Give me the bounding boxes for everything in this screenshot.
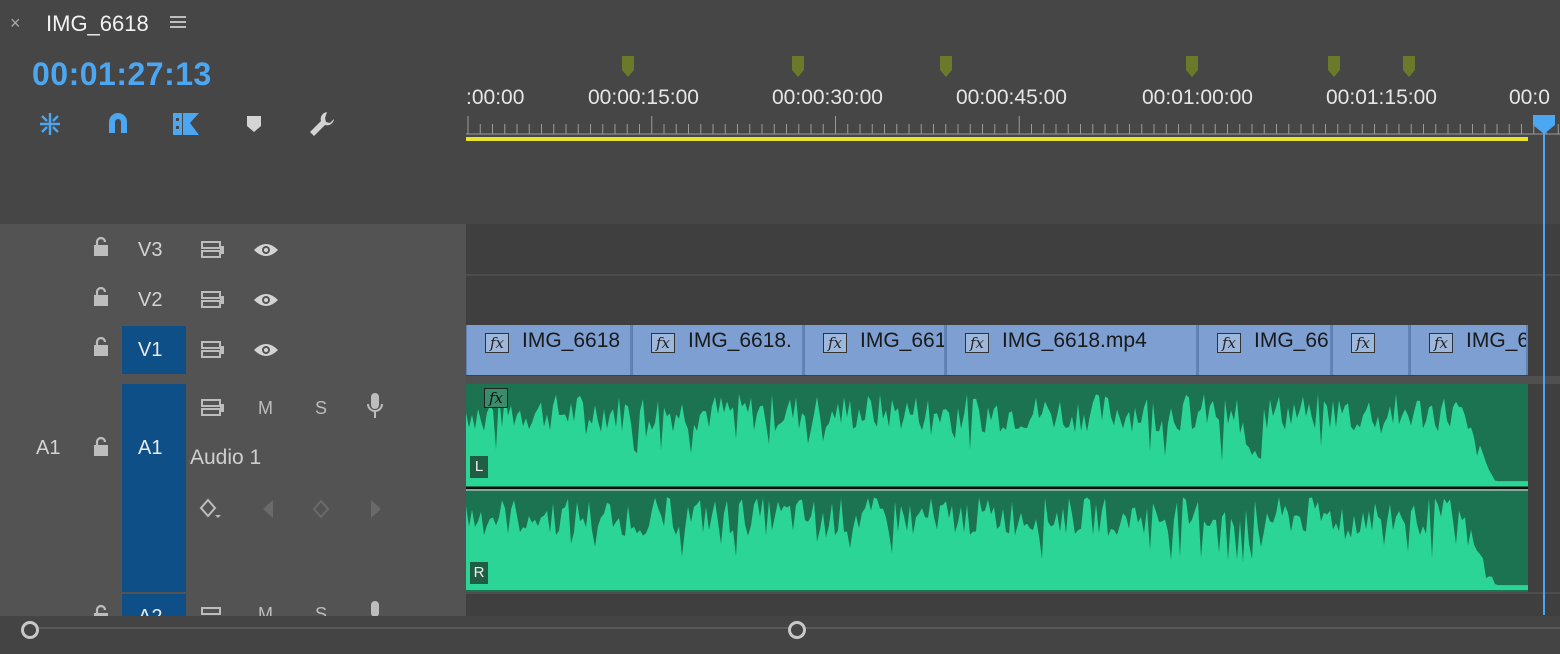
sequence-marker[interactable] [792,56,804,78]
voice-over-mic-icon[interactable] [360,393,390,418]
fx-badge[interactable]: fx [484,388,508,408]
panel-menu-icon[interactable] [170,13,188,31]
video-clip[interactable]: fx [1332,325,1410,375]
sequence-marker[interactable] [622,56,634,78]
clip-name: IMG_6618 [522,329,621,352]
zoom-handle-right[interactable] [788,621,806,639]
audio-clip[interactable]: fx L R [466,384,1528,592]
voice-over-mic-icon[interactable] [360,601,390,616]
ruler-label: 00:00:15:00 [588,86,699,109]
ruler-label: 00:00:30:00 [772,86,883,109]
clip-name: IMG_6618. [688,329,792,352]
track-name-v3[interactable]: V3 [138,239,162,262]
track-lock-icon[interactable] [92,604,112,616]
next-keyframe-icon[interactable] [361,497,391,521]
fx-badge[interactable]: fx [1217,333,1241,353]
audio-waveform [466,393,1528,590]
previous-keyframe-icon[interactable] [253,497,283,521]
source-patch-a1[interactable]: A1 [36,437,60,460]
track-name-a2: A2 [138,606,162,616]
clip-name: IMG_6618.mp4 [1002,329,1147,352]
lane-divider [466,274,1560,276]
ruler-label: 00:01:15:00 [1326,86,1437,109]
track-target-a1[interactable]: A1 [122,384,186,592]
track-header-v3: V3 [0,226,466,274]
video-clip[interactable]: fx IMG_661 [804,325,946,375]
clip-name: IMG_661 [860,329,946,352]
fx-badge[interactable]: fx [651,333,675,353]
clip-name: IMG_6 [1466,329,1528,352]
sync-lock-icon[interactable] [198,238,228,262]
track-header-v2: V2 [0,276,466,324]
nest-sequence-icon[interactable] [30,104,70,144]
sequence-tab-bar: × IMG_6618 [0,0,1560,48]
sync-lock-icon[interactable] [198,604,228,616]
fx-badge[interactable]: fx [1429,333,1453,353]
track-name-v1: V1 [138,339,163,361]
channel-label-left: L [470,456,488,478]
video-clip[interactable]: fx IMG_6618 [466,325,632,375]
mute-button[interactable]: M [258,604,273,616]
solo-button[interactable]: S [315,604,327,616]
toggle-output-eye-icon[interactable] [251,338,281,362]
track-label-audio-1[interactable]: Audio 1 [190,446,261,470]
ruler-label: 00:00:45:00 [956,86,1067,109]
playhead-line[interactable] [1543,130,1545,615]
sync-lock-icon[interactable] [198,338,228,362]
track-lock-icon[interactable] [92,336,112,360]
linked-selection-icon[interactable] [166,104,206,144]
sequence-marker[interactable] [1328,56,1340,78]
track-lock-icon[interactable] [92,286,112,310]
video-clip[interactable]: fx IMG_66 [1198,325,1332,375]
lane-divider [466,592,1560,594]
zoom-handle-left[interactable] [21,621,39,639]
fx-badge[interactable]: fx [965,333,989,353]
sync-lock-icon[interactable] [198,396,228,420]
clip-name: IMG_66 [1254,329,1329,352]
snap-magnet-icon[interactable] [98,104,138,144]
toggle-output-eye-icon[interactable] [251,288,281,312]
video-clip[interactable]: fx IMG_6 [1410,325,1528,375]
keyframe-options-icon[interactable] [196,497,226,521]
sequence-marker[interactable] [940,56,952,78]
track-lock-icon[interactable] [92,436,112,460]
add-marker-icon[interactable] [234,104,274,144]
fx-badge[interactable]: fx [485,333,509,353]
add-keyframe-icon[interactable] [306,497,336,521]
sequence-tab-title[interactable]: IMG_6618 [46,11,149,37]
track-name-v2[interactable]: V2 [138,289,162,312]
track-target-a2[interactable]: A2 [122,594,186,616]
video-clip[interactable]: fx IMG_6618. [632,325,804,375]
track-header-a1: A1 A1 M S Audio 1 [0,384,466,592]
track-name-a1: A1 [138,437,163,459]
ruler-label: :00:00 [466,86,525,109]
fx-badge[interactable]: fx [1351,333,1375,353]
fx-badge[interactable]: fx [823,333,847,353]
ruler-label: 00:0 [1509,86,1550,109]
settings-wrench-icon[interactable] [302,104,342,144]
ruler-ticks [466,116,1560,135]
solo-button[interactable]: S [315,398,327,419]
track-header-a2: A2 M S [0,594,466,616]
track-target-v1[interactable]: V1 [122,326,186,374]
mute-button[interactable]: M [258,398,273,419]
sequence-marker[interactable] [1403,56,1415,78]
work-area-bar[interactable] [466,137,1528,141]
sync-lock-icon[interactable] [198,288,228,312]
sequence-marker[interactable] [1186,56,1198,78]
close-tab-button[interactable]: × [10,13,21,34]
time-ruler[interactable]: :00:00 00:00:15:00 00:00:30:00 00:00:45:… [466,48,1560,144]
horizontal-zoom-scrollbar[interactable] [0,616,1560,654]
toggle-output-eye-icon[interactable] [251,238,281,262]
playhead-timecode[interactable]: 00:01:27:13 [32,56,212,93]
ruler-label: 00:01:00:00 [1142,86,1253,109]
lane-divider [466,376,1560,384]
channel-label-right: R [470,562,488,584]
track-lock-icon[interactable] [92,236,112,260]
track-header-v1: V1 [0,326,466,374]
video-clip[interactable]: fx IMG_6618.mp4 [946,325,1198,375]
